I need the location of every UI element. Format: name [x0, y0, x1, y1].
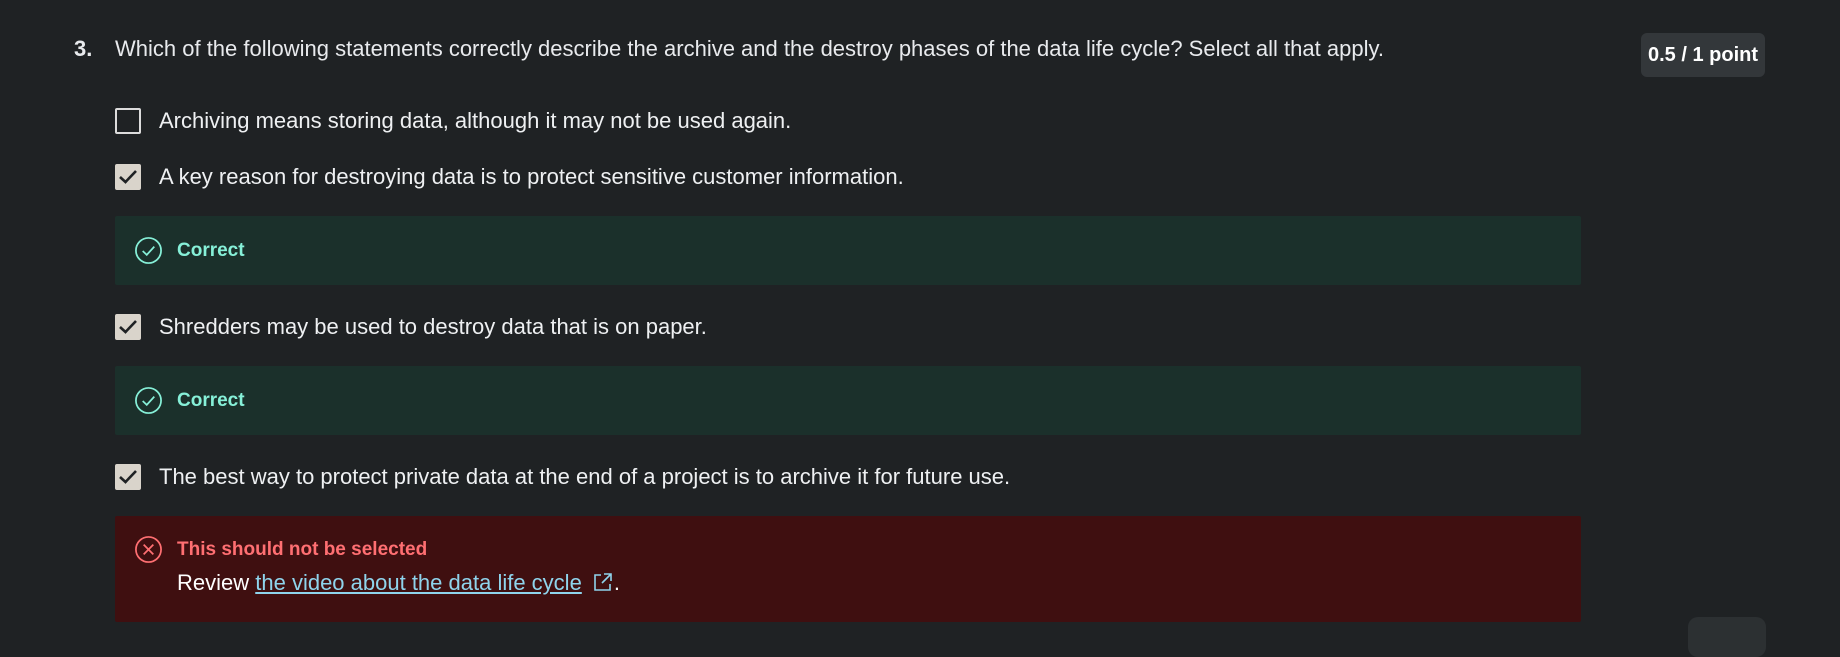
- checkbox-checked[interactable]: [115, 464, 141, 490]
- option-archive-private[interactable]: The best way to protect private data at …: [115, 464, 1010, 490]
- checkbox-checked[interactable]: [115, 164, 141, 190]
- feedback-correct: Correct: [115, 366, 1581, 435]
- external-link-icon[interactable]: [592, 571, 614, 593]
- checkbox-checked[interactable]: [115, 314, 141, 340]
- checkmark-icon: [119, 170, 137, 184]
- feedback-label: Correct: [177, 390, 245, 411]
- review-video-link[interactable]: the video about the data life cycle: [255, 570, 582, 595]
- option-shredders[interactable]: Shredders may be used to destroy data th…: [115, 314, 707, 340]
- feedback-incorrect: This should not be selected Review the v…: [115, 516, 1581, 622]
- feedback-label: Correct: [177, 240, 245, 261]
- feedback-correct: Correct: [115, 216, 1581, 285]
- help-widget-button[interactable]: [1688, 617, 1766, 657]
- review-text: Review the video about the data life cyc…: [177, 570, 620, 596]
- option-label: Archiving means storing data, although i…: [159, 108, 792, 133]
- question-number: 3.: [74, 36, 93, 61]
- option-label: Shredders may be used to destroy data th…: [159, 314, 707, 339]
- checkmark-icon: [119, 470, 137, 484]
- option-archiving[interactable]: Archiving means storing data, although i…: [115, 108, 791, 134]
- checkmark-icon: [119, 320, 137, 334]
- review-prefix: Review: [177, 570, 256, 595]
- score-badge: 0.5 / 1 point: [1641, 33, 1765, 77]
- x-circle-icon: [135, 536, 162, 563]
- check-circle-icon: [135, 237, 162, 264]
- check-circle-icon: [135, 387, 162, 414]
- review-suffix: .: [613, 570, 620, 595]
- feedback-label: This should not be selected: [177, 539, 428, 560]
- option-label: The best way to protect private data at …: [159, 464, 1011, 489]
- option-destroying-protect[interactable]: A key reason for destroying data is to p…: [115, 164, 904, 190]
- question-text: Which of the following statements correc…: [115, 36, 1384, 61]
- option-label: A key reason for destroying data is to p…: [159, 164, 904, 189]
- checkbox[interactable]: [115, 108, 141, 134]
